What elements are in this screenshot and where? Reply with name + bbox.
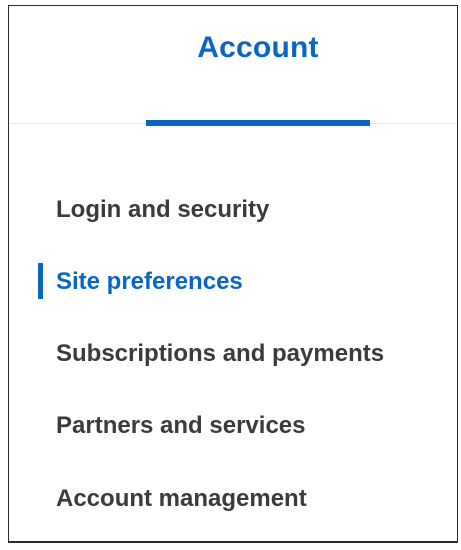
panel-header: Account	[9, 6, 457, 126]
nav-item-account-management[interactable]: Account management	[56, 482, 307, 516]
tab-account[interactable]: Account	[146, 6, 370, 126]
tab-active-underline	[146, 120, 370, 126]
nav-item-partners-and-services[interactable]: Partners and services	[56, 409, 305, 443]
tab-account-label: Account	[197, 31, 319, 64]
active-indicator-bar	[38, 263, 43, 299]
nav-item-subscriptions-and-payments[interactable]: Subscriptions and payments	[56, 337, 384, 371]
nav-item-site-preferences[interactable]: Site preferences	[56, 265, 243, 299]
nav-item-login-and-security[interactable]: Login and security	[56, 193, 269, 227]
account-settings-panel: Account Login and security Site preferen…	[8, 5, 458, 543]
